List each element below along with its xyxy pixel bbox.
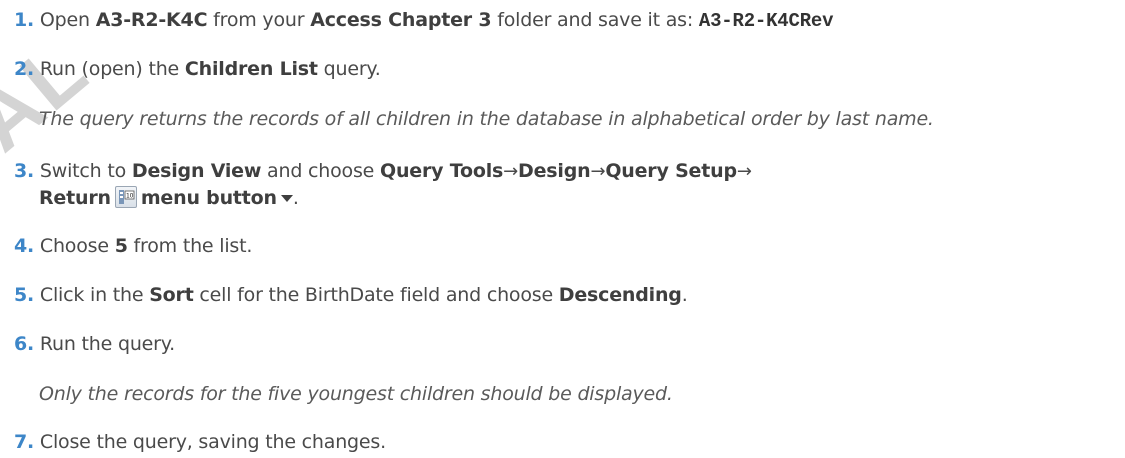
step-text: Open <box>39 9 96 31</box>
step-number: 2. <box>14 58 35 80</box>
step-text: cell for the BirthDate field and choose <box>193 284 559 306</box>
step-5: 5. Click in the Sort cell for the BirthD… <box>14 282 688 308</box>
step-number: 1. <box>14 9 35 31</box>
step-text: . <box>292 187 299 209</box>
step-4: 4. Choose 5 from the list. <box>14 233 252 259</box>
choice-value: 5 <box>114 235 128 257</box>
watermark: AL <box>0 20 106 169</box>
step-1: 1. Open A3-R2-K4C from your Access Chapt… <box>14 7 834 34</box>
return-top-values-icon: 10 <box>114 186 137 208</box>
save-as-name: A3-R2-K4CRev <box>698 10 834 32</box>
query-name: Children List <box>184 58 318 80</box>
step-text: and choose <box>261 160 381 182</box>
step-text: Click in the <box>39 284 150 306</box>
step-text: folder and save it as: <box>491 9 699 31</box>
path-arrow: → <box>503 161 519 182</box>
step-text: query. <box>317 58 381 80</box>
step-text: Switch to <box>39 160 132 182</box>
step-text: Run (open) the <box>39 58 185 80</box>
ribbon-path-tab: Query Tools <box>380 160 504 182</box>
step-text: Close the query, saving the changes. <box>39 431 386 453</box>
step-6: 6. Run the query. <box>14 331 175 357</box>
file-name: A3-R2-K4C <box>95 9 208 31</box>
step-number: 5. <box>14 284 35 306</box>
step-number: 4. <box>14 235 35 257</box>
ribbon-path-section: Query Setup <box>605 160 737 182</box>
svg-text:10: 10 <box>126 193 134 200</box>
step-number: 3. <box>14 160 35 182</box>
step-text: from the list. <box>127 235 253 257</box>
step-3: 3. Switch to Design View and choose Quer… <box>14 158 752 185</box>
step-6-note: Only the records for the five youngest c… <box>39 383 673 405</box>
sort-choice: Descending <box>558 284 682 306</box>
step-7: 7. Close the query, saving the changes. <box>14 429 386 455</box>
step-text: Run the query. <box>39 333 175 355</box>
step-text: from your <box>207 9 311 31</box>
cell-name: Sort <box>149 284 194 306</box>
step-2-note: The query returns the records of all chi… <box>39 108 934 130</box>
step-number: 7. <box>14 431 35 453</box>
menu-button-label: menu button <box>140 187 277 209</box>
step-3-continued: Return 10 menu button. <box>39 185 299 211</box>
step-2: 2. Run (open) the Children List query. <box>14 56 381 82</box>
menu-caret-icon <box>280 195 293 202</box>
ribbon-path-group: Design <box>518 160 591 182</box>
step-text: Choose <box>39 235 115 257</box>
step-text: . <box>681 284 688 306</box>
folder-name: Access Chapter 3 <box>310 9 492 31</box>
path-arrow: → <box>590 161 606 182</box>
view-name: Design View <box>131 160 262 182</box>
path-arrow: → <box>736 161 752 182</box>
return-button-label: Return <box>39 187 111 209</box>
step-number: 6. <box>14 333 35 355</box>
